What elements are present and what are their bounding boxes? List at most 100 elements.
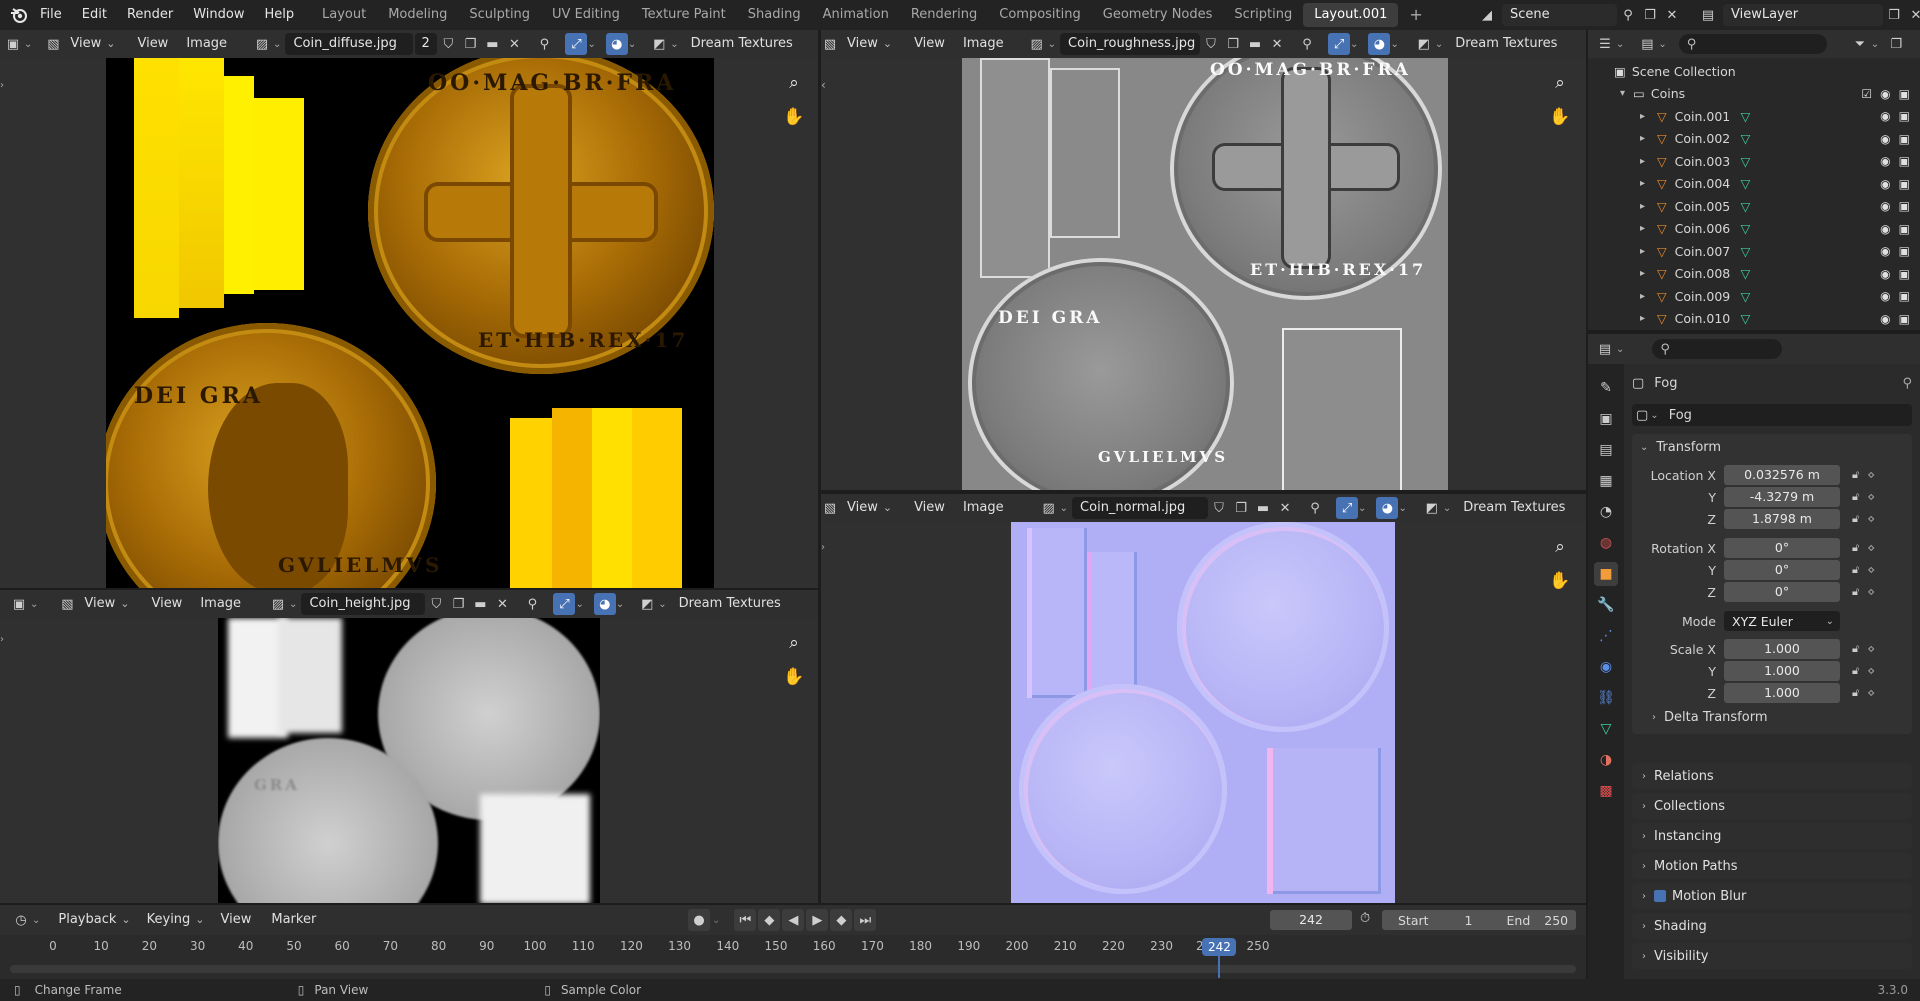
data-tab-icon[interactable]: ▽	[1594, 717, 1618, 741]
camera-icon[interactable]: ▣	[1899, 199, 1910, 213]
fake-user-icon[interactable]: ⛉	[437, 33, 459, 55]
menu-image[interactable]: Image	[180, 33, 233, 55]
location-z-field[interactable]: 1.8798 m	[1724, 509, 1840, 529]
eye-icon[interactable]: ◉	[1880, 109, 1890, 123]
unlink-image-icon[interactable]: ✕	[491, 593, 513, 615]
tab-rendering[interactable]: Rendering	[900, 3, 988, 27]
display-channels-icon[interactable]: ◩	[1413, 33, 1435, 55]
image-name-field[interactable]: Coin_diffuse.jpg	[285, 33, 414, 55]
chevron-right-icon[interactable]: ▸	[1640, 201, 1645, 212]
view-layer-tab-icon[interactable]: ▦	[1594, 469, 1618, 493]
list-item[interactable]: ▣ Scene Collection	[1588, 60, 1920, 83]
image-browse-icon[interactable]: ▨	[1026, 33, 1048, 55]
list-item[interactable]: ▸ ▽ Coin.001 ▽ ◉ ▣	[1588, 105, 1920, 128]
pin-icon[interactable]: ⚲	[1296, 33, 1318, 55]
chevron-right-icon[interactable]: ▸	[1640, 111, 1645, 122]
new-collection-icon[interactable]: ❐	[1885, 33, 1907, 55]
tab-modeling[interactable]: Modeling	[377, 3, 458, 27]
menu-window[interactable]: Window	[183, 0, 254, 30]
keyframe-dot-icon[interactable]: ⋄	[1867, 490, 1875, 505]
editor-type-icon[interactable]: ▤	[1594, 338, 1616, 360]
uv-sync-icon[interactable]: ⤢	[553, 593, 576, 615]
image-name-field[interactable]: Coin_height.jpg	[301, 593, 426, 615]
frame-ruler[interactable]: 0 10 20 30 40 50 60 70 80 90 100 110 120 130 140 150 160…	[0, 939, 1586, 959]
list-item[interactable]: ▸ ▽ Coin.009 ▽ ◉ ▣	[1588, 285, 1920, 308]
pin-icon[interactable]: ⚲	[533, 33, 555, 55]
object-name[interactable]: Fog	[1654, 376, 1677, 391]
keyframe-dot-icon[interactable]: ⋄	[1867, 468, 1875, 483]
eye-icon[interactable]: ◉	[1880, 132, 1890, 146]
eye-icon[interactable]: ◉	[1880, 177, 1890, 191]
play-icon[interactable]: ▶	[806, 909, 829, 931]
eye-icon[interactable]: ◉	[1880, 87, 1890, 101]
uv-sync-icon[interactable]: ⤢	[565, 33, 588, 55]
view-layer-icon[interactable]: ▤	[1697, 4, 1719, 26]
tab-compositing[interactable]: Compositing	[988, 3, 1092, 27]
list-item[interactable]: ▾ ▭ Coins ☑ ◉ ▣	[1588, 83, 1920, 106]
menu-file[interactable]: File	[30, 0, 72, 30]
menu-marker[interactable]: Marker	[265, 909, 322, 931]
panel-visibility[interactable]: › Visibility	[1632, 943, 1912, 969]
rotation-mode-dropdown[interactable]: XYZ Euler ⌄	[1724, 611, 1840, 631]
duplicate-image-icon[interactable]: ❐	[447, 593, 469, 615]
menu-help[interactable]: Help	[255, 0, 305, 30]
lock-icon[interactable]: 🔓︎	[1852, 512, 1859, 526]
menu-view[interactable]: View	[215, 909, 258, 931]
scale-y-field[interactable]: 1.000	[1724, 661, 1840, 681]
tab-shading[interactable]: Shading	[737, 3, 812, 27]
uv-sync-icon[interactable]: ⤢	[1328, 33, 1351, 55]
current-frame-field[interactable]: 242	[1270, 910, 1352, 930]
camera-icon[interactable]: ▣	[1899, 109, 1910, 123]
unlink-image-icon[interactable]: ✕	[1266, 33, 1288, 55]
eye-icon[interactable]: ◉	[1880, 222, 1890, 236]
chevron-right-icon[interactable]: ▸	[1640, 268, 1645, 279]
pan-hand-icon[interactable]: ✋	[1547, 104, 1573, 130]
uv-sync-icon[interactable]: ⤢	[1336, 497, 1359, 519]
add-workspace-button[interactable]: +	[1398, 3, 1433, 27]
open-image-icon[interactable]: ▬	[1244, 33, 1266, 55]
zoom-icon[interactable]: ⌕	[781, 70, 807, 96]
list-item[interactable]: ▸ ▽ Coin.002 ▽ ◉ ▣	[1588, 128, 1920, 151]
open-image-icon[interactable]: ▬	[1252, 497, 1274, 519]
checkbox-icon[interactable]: ☑	[1861, 87, 1872, 101]
view-mode-dropdown[interactable]: View	[841, 497, 898, 519]
material-tab-icon[interactable]: ◑	[1594, 748, 1618, 772]
scale-z-field[interactable]: 1.000	[1724, 683, 1840, 703]
menu-view[interactable]: View	[145, 593, 188, 615]
menu-view[interactable]: View	[908, 33, 951, 55]
tab-sculpting[interactable]: Sculpting	[458, 3, 541, 27]
tab-animation[interactable]: Animation	[812, 3, 900, 27]
scene-tab-icon[interactable]: ◔	[1594, 500, 1618, 524]
pan-hand-icon[interactable]: ✋	[781, 104, 807, 130]
list-item[interactable]: ▸ ▽ Coin.008 ▽ ◉ ▣	[1588, 263, 1920, 286]
image-users-count[interactable]: 2	[415, 33, 438, 55]
duplicate-image-icon[interactable]: ❐	[1230, 497, 1252, 519]
keyframe-dot-icon[interactable]: ⋄	[1867, 541, 1875, 556]
sidebar-toggle-icon[interactable]: ›	[0, 80, 4, 91]
blender-logo-icon[interactable]	[8, 4, 30, 26]
pan-hand-icon[interactable]: ✋	[1547, 568, 1573, 594]
unlink-image-icon[interactable]: ✕	[503, 33, 525, 55]
tab-texture-paint[interactable]: Texture Paint	[631, 3, 737, 27]
chevron-right-icon[interactable]: ▸	[1640, 223, 1645, 234]
properties-search-input[interactable]: ⚲	[1652, 339, 1783, 359]
keyframe-dot-icon[interactable]: ⋄	[1867, 512, 1875, 527]
zoom-icon[interactable]: ⌕	[1547, 70, 1573, 96]
lock-icon[interactable]: 🔓︎	[1852, 585, 1859, 599]
keyframe-dot-icon[interactable]: ⋄	[1867, 686, 1875, 701]
list-item[interactable]: ▸ ▽ Coin.006 ▽ ◉ ▣	[1588, 218, 1920, 241]
tab-geometry-nodes[interactable]: Geometry Nodes	[1092, 3, 1224, 27]
record-icon[interactable]: ●	[688, 909, 710, 931]
overlays-icon[interactable]: ◕	[593, 593, 616, 615]
render-tab-icon[interactable]: ▣	[1594, 407, 1618, 431]
image-canvas-height[interactable]: GRA	[218, 618, 600, 903]
display-channels-icon[interactable]: ◩	[1421, 497, 1443, 519]
jump-keyframe-back-icon[interactable]: ◆	[758, 909, 781, 931]
tab-scripting[interactable]: Scripting	[1223, 3, 1303, 27]
display-channels-icon[interactable]: ◩	[648, 33, 670, 55]
camera-icon[interactable]: ▣	[1899, 244, 1910, 258]
fake-user-icon[interactable]: ⛉	[1208, 497, 1230, 519]
overlays-icon[interactable]: ◕	[1368, 33, 1391, 55]
view-mode-dropdown[interactable]: View	[64, 33, 121, 55]
image-mode-icon[interactable]: ▧	[42, 33, 64, 55]
